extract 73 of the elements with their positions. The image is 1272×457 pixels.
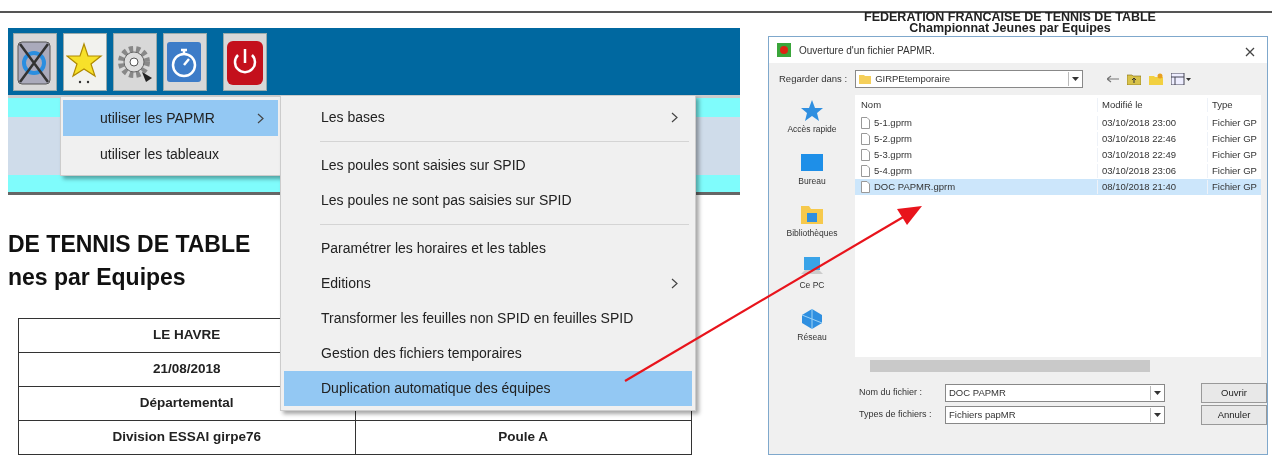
table-cell: Poule A: [355, 420, 692, 455]
menu-item[interactable]: Les poules sont saisies sur SPID: [284, 148, 692, 183]
document-heading: DE TENNIS DE TABLE: [8, 230, 251, 259]
sidebar-place[interactable]: Bureau: [769, 151, 855, 199]
star-icon: [800, 99, 824, 123]
file-name: DOC PAPMR.gprm: [874, 179, 956, 194]
file-icon: [861, 133, 870, 145]
view-menu-icon: [1171, 73, 1192, 85]
network-icon: [800, 307, 824, 331]
folder-icon: [800, 203, 824, 227]
file-row[interactable]: DOC PAPMR.gprm 08/10/2018 21:40 Fichier GP: [855, 179, 1261, 195]
menu-item[interactable]: utiliser les PAPMR: [63, 100, 278, 136]
field-label: Regarder dans :: [779, 71, 848, 86]
document-title: FEDERATION FRANCAISE DE TENNIS DE TABLE: [863, 12, 1157, 23]
field-label: Types de fichiers :: [859, 408, 933, 422]
close-icon: [1245, 46, 1255, 57]
file-name: 5-2.gprm: [874, 131, 912, 146]
dialog-title: Ouverture d'un fichier PAPMR.: [799, 43, 935, 58]
file-icon: [861, 181, 870, 193]
menu-item[interactable]: Les poules ne sont pas saisies sur SPID: [284, 183, 692, 218]
field-label: Nom du fichier :: [859, 386, 924, 400]
file-date: 03/10/2018 23:06: [1097, 163, 1207, 179]
dropdown-arrow-icon: [1154, 391, 1161, 395]
toolbar-button[interactable]: [163, 32, 207, 91]
toolbar-button[interactable]: [113, 32, 157, 91]
sidebar-place[interactable]: Bibliothèques: [769, 203, 855, 251]
new-folder-icon: [1149, 73, 1164, 85]
file-date: 08/10/2018 21:40: [1097, 179, 1207, 195]
dropdown-arrow-icon: [1072, 77, 1080, 81]
sidebar-place[interactable]: Ce PC: [769, 255, 855, 303]
column-header[interactable]: Nom: [855, 97, 1097, 113]
file-type: Fichier GP: [1207, 163, 1261, 179]
file-type: Fichier GP: [1207, 115, 1261, 131]
folder-icon: [859, 74, 872, 84]
file-date: 03/10/2018 22:46: [1097, 131, 1207, 147]
toolbar-button[interactable]: [13, 32, 57, 91]
menu-item[interactable]: utiliser les tableaux: [63, 136, 278, 172]
file-row[interactable]: 5-2.gprm 03/10/2018 22:46 Fichier GP: [855, 131, 1261, 147]
file-type: Fichier GP: [1207, 179, 1261, 195]
file-date: 03/10/2018 23:00: [1097, 115, 1207, 131]
file-type: Fichier GP: [1207, 131, 1261, 147]
menu-item[interactable]: Editions: [284, 266, 692, 301]
file-type: Fichier GP: [1207, 147, 1261, 163]
file-row[interactable]: 5-4.gprm 03/10/2018 23:06 Fichier GP: [855, 163, 1261, 179]
menu-item[interactable]: Paramétrer les horaires et les tables: [284, 231, 692, 266]
folder-up-icon: [1127, 73, 1142, 85]
menu-item[interactable]: Les bases: [284, 100, 692, 135]
file-icon: [861, 149, 870, 161]
back-arrow-icon: [1107, 75, 1120, 83]
document-subheading: nes par Equipes: [8, 263, 186, 292]
open-button[interactable]: Ouvrir: [1201, 383, 1267, 403]
column-header[interactable]: Type: [1207, 97, 1261, 113]
menu-item[interactable]: Duplication automatique des équipes: [284, 371, 692, 406]
column-header[interactable]: Modifié le: [1097, 97, 1207, 113]
file-icon: [861, 165, 870, 177]
file-row[interactable]: 5-3.gprm 03/10/2018 22:49 Fichier GP: [855, 147, 1261, 163]
sidebar-place[interactable]: Réseau: [769, 307, 855, 355]
file-name: 5-1.gprm: [874, 115, 912, 130]
table-cell: Division ESSAI girpe76: [18, 420, 355, 455]
sidebar-place[interactable]: Accès rapide: [769, 99, 855, 147]
toolbar-button[interactable]: [223, 32, 267, 91]
dropdown-arrow-icon: [1154, 413, 1161, 417]
cancel-button[interactable]: Annuler: [1201, 405, 1267, 425]
file-row[interactable]: 5-1.gprm 03/10/2018 23:00 Fichier GP: [855, 115, 1261, 131]
file-name: 5-3.gprm: [874, 147, 912, 162]
filetype-dropdown[interactable]: Fichiers papMR: [945, 406, 1165, 424]
folder-dropdown[interactable]: GIRPEtemporaire: [855, 70, 1084, 88]
app-icon: [777, 43, 791, 57]
file-icon: [861, 117, 870, 129]
document-subtitle: Championnat Jeunes par Equipes: [908, 23, 1112, 34]
file-date: 03/10/2018 22:49: [1097, 147, 1207, 163]
filename-field[interactable]: DOC PAPMR: [945, 384, 1165, 402]
file-name: 5-4.gprm: [874, 163, 912, 178]
